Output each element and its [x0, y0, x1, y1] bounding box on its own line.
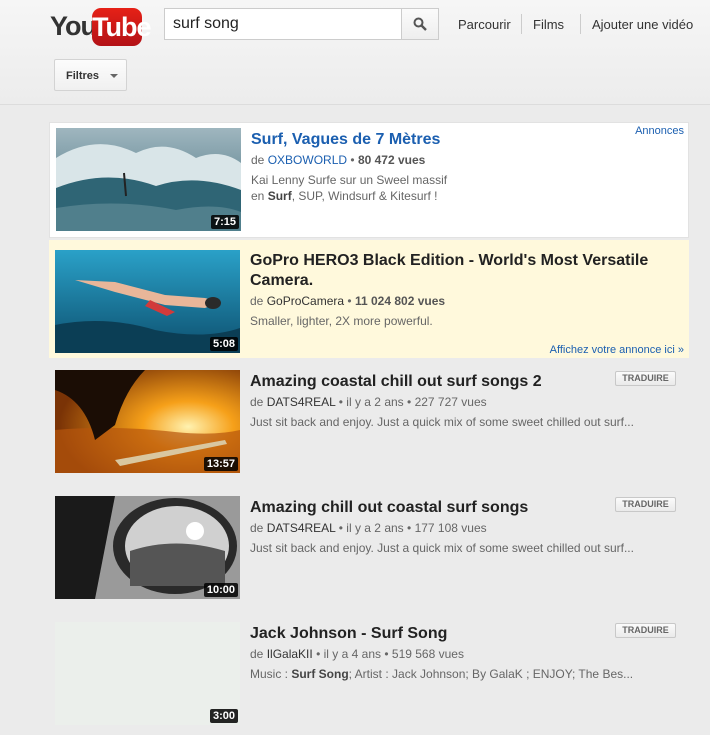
video-duration: 10:00 — [203, 583, 238, 597]
view-count: 80 472 vues — [357, 153, 426, 167]
ad-result-1: 7:15 Annonces Surf, Vagues de 7 Mètres d… — [49, 122, 689, 238]
filters-label: Filtres — [66, 70, 100, 82]
separator-dot: • — [350, 153, 355, 167]
channel-link[interactable]: IlGalaKII — [267, 647, 313, 661]
video-thumbnail[interactable]: 3:00 — [55, 622, 240, 725]
filters-button[interactable]: Filtres — [54, 59, 127, 91]
video-duration: 3:00 — [209, 709, 238, 723]
video-description: Just sit back and enjoy. Just a quick mi… — [250, 415, 634, 429]
video-meta: de OXBOWORLD • 80 472 vues — [251, 153, 425, 167]
nav-divider — [521, 14, 522, 34]
channel-link[interactable]: OXBOWORLD — [268, 153, 347, 167]
translate-button[interactable]: TRADUIRE — [615, 623, 676, 638]
video-title[interactable]: Surf, Vagues de 7 Mètres — [251, 130, 440, 150]
by-label: de — [250, 521, 264, 535]
nav-films[interactable]: Films — [533, 17, 564, 32]
video-meta: de IlGalaKII • il y a 4 ans • 519 568 vu… — [250, 647, 464, 661]
video-title[interactable]: GoPro HERO3 Black Edition - World's Most… — [250, 251, 670, 291]
upload-age: il y a 2 ans — [346, 521, 404, 535]
video-description: Kai Lenny Surfe sur un Sweel massif en S… — [251, 172, 447, 204]
by-label: de — [250, 395, 264, 409]
video-meta: de DATS4REAL • il y a 2 ans • 227 727 vu… — [250, 395, 487, 409]
video-thumbnail[interactable]: 13:57 — [55, 370, 240, 473]
video-thumbnail[interactable]: 5:08 — [55, 250, 240, 353]
ads-label: Annonces — [635, 125, 684, 137]
caret-down-icon — [110, 74, 118, 78]
by-label: de — [250, 294, 264, 308]
separator-dot: • — [347, 294, 352, 308]
translate-button[interactable]: TRADUIRE — [615, 497, 676, 512]
video-duration: 5:08 — [209, 337, 238, 351]
separator-dot: • — [407, 521, 412, 535]
search-button[interactable] — [401, 8, 439, 40]
translate-button[interactable]: TRADUIRE — [615, 371, 676, 386]
description-line-1: Kai Lenny Surfe sur un Sweel massif — [251, 173, 448, 187]
search-input[interactable]: surf song — [164, 8, 402, 40]
video-meta: de DATS4REAL • il y a 2 ans • 177 108 vu… — [250, 521, 487, 535]
upload-age: il y a 4 ans — [323, 647, 381, 661]
video-description: Smaller, lighter, 2X more powerful. — [250, 314, 433, 328]
view-count: 11 024 802 vues — [354, 294, 446, 308]
separator-dot: • — [338, 395, 343, 409]
video-thumbnail[interactable]: 7:15 — [56, 128, 241, 231]
video-thumbnail[interactable]: 10:00 — [55, 496, 240, 599]
masthead: You Tube surf song Parcourir Films Ajout… — [0, 0, 710, 105]
youtube-logo[interactable]: You Tube — [50, 6, 152, 46]
highlight-term: Surf — [267, 189, 292, 203]
view-count: 519 568 vues — [391, 647, 464, 661]
separator-dot: • — [316, 647, 321, 661]
video-duration: 7:15 — [210, 215, 239, 229]
video-description: Just sit back and enjoy. Just a quick mi… — [250, 541, 634, 555]
highlight-term: Surf Song — [291, 667, 349, 681]
nav-upload[interactable]: Ajouter une vidéo — [592, 17, 693, 32]
video-title[interactable]: Jack Johnson - Surf Song — [250, 624, 447, 644]
channel-link[interactable]: DATS4REAL — [267, 395, 336, 409]
search-result: 13:57 Amazing coastal chill out surf son… — [49, 365, 689, 480]
separator-dot: • — [407, 395, 412, 409]
channel-link[interactable]: GoProCamera — [267, 294, 344, 308]
search-result: 10:00 Amazing chill out coastal surf son… — [49, 491, 689, 606]
channel-link[interactable]: DATS4REAL — [267, 521, 336, 535]
video-description: Music : Surf Song; Artist : Jack Johnson… — [250, 667, 634, 681]
nav-browse[interactable]: Parcourir — [458, 17, 511, 32]
logo-text-tube: Tube — [92, 8, 152, 46]
by-label: de — [250, 647, 264, 661]
ad-result-2: 5:08 GoPro HERO3 Black Edition - World's… — [49, 240, 689, 358]
video-duration: 13:57 — [203, 457, 238, 471]
video-title[interactable]: Amazing coastal chill out surf songs 2 — [250, 372, 542, 392]
separator-dot: • — [384, 647, 389, 661]
upload-age: il y a 2 ans — [346, 395, 404, 409]
search-result: 3:00 Jack Johnson - Surf Song TRADUIRE d… — [49, 617, 689, 732]
logo-text-you: You — [50, 11, 97, 41]
view-count: 227 727 vues — [414, 395, 487, 409]
separator-dot: • — [338, 521, 343, 535]
view-count: 177 108 vues — [414, 521, 487, 535]
video-title[interactable]: Amazing chill out coastal surf songs — [250, 498, 528, 518]
by-label: de — [251, 153, 265, 167]
description-line-2: en Surf, SUP, Windsurf & Kitesurf ! — [251, 189, 438, 203]
search-icon — [413, 17, 427, 31]
nav-divider — [580, 14, 581, 34]
promote-ad-link[interactable]: Affichez votre annonce ici » — [550, 344, 684, 356]
video-meta: de GoProCamera • 11 024 802 vues — [250, 294, 445, 308]
